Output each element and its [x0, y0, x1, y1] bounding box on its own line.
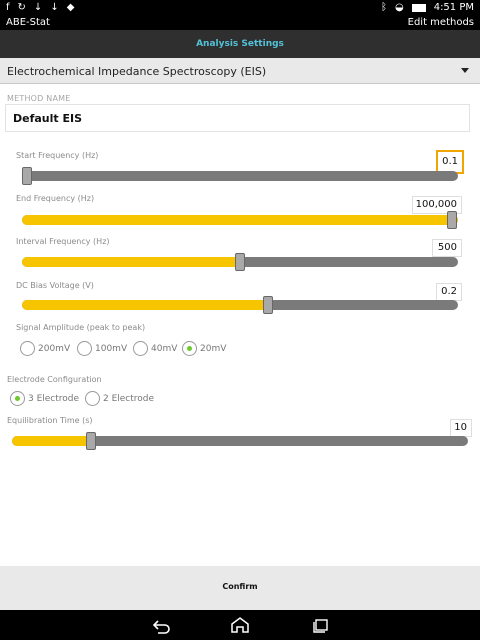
start-frequency-slider[interactable]	[22, 171, 458, 181]
electrode-configuration-label: Electrode Configuration	[7, 375, 102, 384]
interval-frequency-fill	[22, 257, 240, 267]
status-time: 4:51 PM	[433, 2, 474, 13]
navigation-bar	[0, 610, 480, 640]
method-name-value: Default EIS	[13, 112, 83, 125]
radio-label: 2 Electrode	[103, 393, 155, 404]
app-title: ABE-Stat	[6, 17, 50, 28]
radio-label: 40mV	[151, 343, 178, 354]
chevron-down-icon	[461, 68, 469, 73]
radio-circle-icon	[20, 341, 35, 356]
radio-label: 3 Electrode	[28, 393, 80, 404]
technique-select[interactable]: Electrochemical Impedance Spectroscopy (…	[0, 58, 480, 84]
two-electrode-radio[interactable]: 2 Electrode	[85, 391, 154, 406]
battery-icon	[411, 3, 426, 12]
method-name-field[interactable]: Default EIS	[5, 104, 470, 132]
equilibration-time-thumb[interactable]	[86, 432, 96, 450]
dc-bias-voltage-label: DC Bias Voltage (V)	[16, 281, 94, 290]
sync-icon: ↻	[17, 2, 26, 13]
radio-label: 200mV	[38, 343, 71, 354]
bluetooth-icon: ᛒ	[380, 2, 387, 13]
equilibration-time-value[interactable]: 10	[450, 419, 472, 437]
end-frequency-label: End Frequency (Hz)	[16, 194, 95, 203]
technique-select-value: Electrochemical Impedance Spectroscopy (…	[7, 65, 267, 78]
action-bar: ABE-Stat Edit methods	[0, 16, 480, 30]
edit-methods-button[interactable]: Edit methods	[408, 17, 474, 28]
end-frequency-slider[interactable]	[22, 215, 458, 225]
signal-amplitude-40mv-radio[interactable]: 40mV	[133, 341, 177, 356]
signal-amplitude-200mv-radio[interactable]: 200mV	[20, 341, 70, 356]
radio-checked-icon	[10, 391, 25, 406]
equilibration-time-slider[interactable]	[12, 436, 468, 446]
start-frequency-label: Start Frequency (Hz)	[16, 151, 99, 160]
three-electrode-radio[interactable]: 3 Electrode	[10, 391, 79, 406]
interval-frequency-value[interactable]: 500	[432, 239, 462, 257]
end-frequency-fill	[22, 215, 458, 225]
download-icon: ↓	[50, 2, 59, 13]
facebook-icon: f	[6, 2, 10, 13]
radio-label: 100mV	[95, 343, 128, 354]
dc-bias-voltage-value[interactable]: 0.2	[436, 283, 462, 301]
radio-circle-icon	[85, 391, 100, 406]
signal-amplitude-20mv-radio[interactable]: 20mV	[182, 341, 226, 356]
confirm-bar: Confirm	[0, 566, 480, 610]
interval-frequency-thumb[interactable]	[235, 253, 245, 271]
home-icon[interactable]	[229, 616, 251, 634]
signal-amplitude-label: Signal Amplitude (peak to peak)	[16, 323, 146, 332]
equilibration-time-fill	[12, 436, 90, 446]
back-icon[interactable]	[150, 616, 172, 634]
equilibration-time-label: Equilibration Time (s)	[7, 416, 93, 425]
radio-label: 20mV	[200, 343, 227, 354]
status-left-icons: f ↻ ↓ ↓ ◆	[6, 2, 74, 13]
analysis-settings-header: Analysis Settings	[0, 30, 480, 58]
android-icon: ◆	[66, 2, 75, 13]
radio-circle-icon	[133, 341, 148, 356]
dc-bias-voltage-thumb[interactable]	[263, 296, 273, 314]
status-right-icons: ᛒ ◒ 4:51 PM	[381, 2, 474, 13]
confirm-button[interactable]: Confirm	[0, 582, 480, 591]
radio-circle-icon	[77, 341, 92, 356]
recents-icon[interactable]	[310, 616, 332, 634]
start-frequency-thumb[interactable]	[22, 167, 32, 185]
interval-frequency-label: Interval Frequency (Hz)	[16, 237, 110, 246]
signal-amplitude-100mv-radio[interactable]: 100mV	[77, 341, 127, 356]
wifi-icon: ◒	[394, 2, 404, 13]
method-name-label: METHOD NAME	[7, 94, 71, 103]
radio-checked-icon	[182, 341, 197, 356]
status-bar: f ↻ ↓ ↓ ◆ ᛒ ◒ 4:51 PM	[0, 0, 480, 16]
dc-bias-voltage-slider[interactable]	[22, 300, 458, 310]
dc-bias-voltage-fill	[22, 300, 271, 310]
download-icon: ↓	[33, 2, 43, 13]
end-frequency-thumb[interactable]	[447, 211, 457, 229]
